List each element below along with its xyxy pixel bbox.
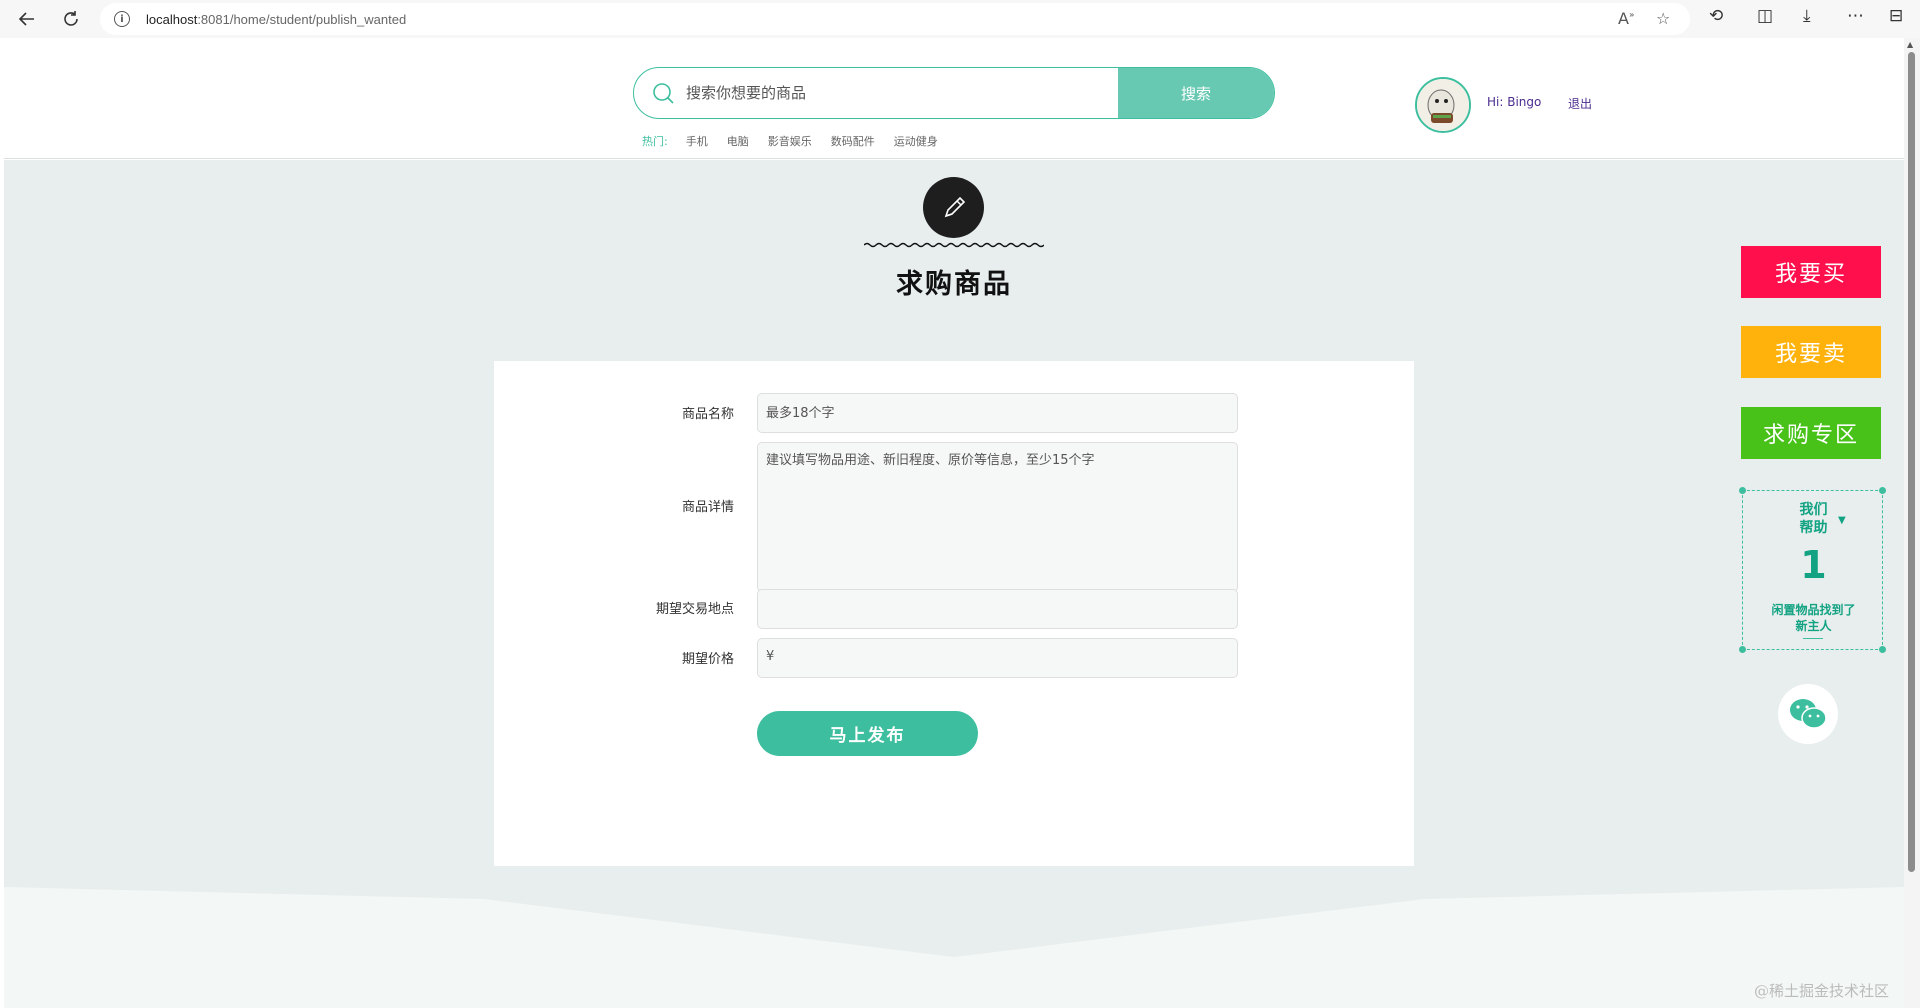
wanted-form: 商品名称 商品详情 期望交易地点 期望价格 ¥ 马上发布 xyxy=(494,361,1414,866)
search-box: 搜索 xyxy=(633,67,1275,119)
hot-item-computer[interactable]: 电脑 xyxy=(727,133,749,149)
back-arrow-icon[interactable] xyxy=(12,4,42,34)
wanted-zone-button[interactable]: 求购专区 xyxy=(1741,407,1881,459)
location-label: 期望交易地点 xyxy=(655,602,734,617)
address-bar[interactable]: i localhost:8081/home/student/publish_wa… xyxy=(100,3,1690,35)
avatar[interactable] xyxy=(1415,77,1471,133)
pencil-icon xyxy=(923,177,984,238)
corner-dot xyxy=(1739,487,1746,494)
hot-keywords: 热门: 手机 电脑 影音娱乐 数码配件 运动健身 xyxy=(642,133,957,149)
favorite-star-icon[interactable]: ☆ xyxy=(1656,9,1670,28)
name-label: 商品名称 xyxy=(681,407,734,422)
location-field[interactable] xyxy=(757,589,1238,629)
corner-dot xyxy=(1739,646,1746,653)
watermark: @稀土掘金技术社区 xyxy=(1754,982,1890,1000)
hot-item-entertainment[interactable]: 影音娱乐 xyxy=(768,133,812,149)
wechat-icon xyxy=(1790,699,1827,729)
extensions-icon[interactable]: ⟲ xyxy=(1709,6,1723,26)
more-menu-icon[interactable]: ⋯ xyxy=(1847,6,1864,26)
split-screen-icon[interactable]: ◫ xyxy=(1757,6,1773,26)
help-description: 闲置物品找到了 新主人 xyxy=(1771,603,1856,633)
corner-dot xyxy=(1879,646,1886,653)
sell-button[interactable]: 我要卖 xyxy=(1741,326,1881,378)
wechat-button[interactable] xyxy=(1778,684,1838,744)
main-content: 求购商品 商品名称 商品详情 期望交易地点 期望价格 ¥ 马上发布 我要买 我要… xyxy=(4,160,1904,1008)
page-scrollbar[interactable]: ▲ xyxy=(1904,38,1920,1008)
detail-label: 商品详情 xyxy=(681,500,734,515)
hot-item-phone[interactable]: 手机 xyxy=(686,133,708,149)
hot-label: 热门: xyxy=(642,135,668,148)
price-field[interactable] xyxy=(757,638,1238,678)
search-button[interactable]: 搜索 xyxy=(1118,68,1274,118)
scroll-thumb[interactable] xyxy=(1908,52,1915,872)
user-greeting: Hi: Bingo xyxy=(1487,95,1542,109)
url-text: localhost:8081/home/student/publish_want… xyxy=(146,11,407,27)
background-wave xyxy=(4,887,1904,1008)
search-icon xyxy=(653,83,674,104)
yuan-icon: ¥ xyxy=(766,649,775,664)
publish-button[interactable]: 马上发布 xyxy=(757,711,978,756)
logout-link[interactable]: 退出 xyxy=(1568,95,1592,112)
sidebar-toggle-icon[interactable]: ⊟ xyxy=(1889,6,1903,26)
corner-dot xyxy=(1879,487,1886,494)
page: 搜索 热门: 手机 电脑 影音娱乐 数码配件 运动健身 Hi: Bingo 退出 xyxy=(4,38,1904,1008)
help-heading: 我们 帮助 xyxy=(1799,502,1828,536)
help-count: 1 xyxy=(1800,543,1827,587)
buy-button[interactable]: 我要买 xyxy=(1741,246,1881,298)
search-input[interactable] xyxy=(686,68,1116,117)
read-aloud-icon[interactable]: A» xyxy=(1618,9,1634,28)
help-underline xyxy=(1803,638,1823,639)
hot-item-sports[interactable]: 运动健身 xyxy=(894,133,938,149)
title-wavy-line xyxy=(864,242,1044,248)
site-header: 搜索 热门: 手机 电脑 影音娱乐 数码配件 运动健身 Hi: Bingo 退出 xyxy=(4,38,1904,159)
avatar-image-icon xyxy=(1417,79,1469,131)
name-field[interactable] xyxy=(757,393,1238,433)
triangle-down-icon: ▼ xyxy=(1838,515,1846,526)
page-title: 求购商品 xyxy=(896,269,1012,300)
info-icon[interactable]: i xyxy=(114,11,130,27)
price-label: 期望价格 xyxy=(681,652,734,667)
browser-toolbar: i localhost:8081/home/student/publish_wa… xyxy=(0,0,1920,38)
hot-item-accessories[interactable]: 数码配件 xyxy=(831,133,875,149)
scroll-up-arrow-icon[interactable]: ▲ xyxy=(1907,40,1913,49)
reload-icon[interactable] xyxy=(56,4,86,34)
download-icon[interactable]: ⤓ xyxy=(1803,6,1811,26)
help-stats-box: 我们 帮助 ▼ 1 闲置物品找到了 新主人 xyxy=(1739,487,1886,653)
detail-field[interactable] xyxy=(757,442,1238,592)
